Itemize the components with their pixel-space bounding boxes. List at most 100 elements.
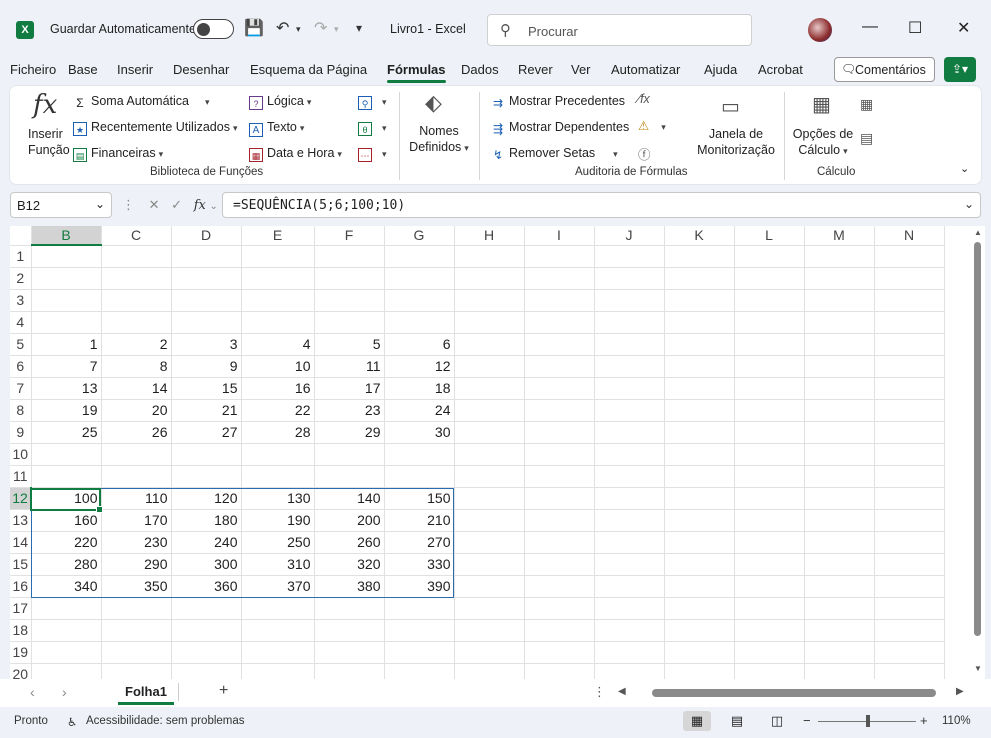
cell[interactable]: [874, 641, 945, 664]
normal-view-icon[interactable]: ▦: [683, 711, 711, 731]
row-header[interactable]: 3: [10, 289, 32, 312]
cell[interactable]: [874, 465, 945, 488]
cell[interactable]: 310: [241, 553, 315, 576]
cell[interactable]: [664, 377, 735, 400]
column-header-j[interactable]: J: [594, 226, 665, 246]
cell[interactable]: [241, 311, 315, 334]
cell[interactable]: [241, 465, 315, 488]
cell[interactable]: [314, 663, 385, 679]
redo-icon[interactable]: ↷: [314, 18, 327, 38]
more-options-icon[interactable]: ⋮: [593, 684, 606, 700]
cell[interactable]: 330: [384, 553, 455, 576]
cell[interactable]: [31, 245, 102, 268]
cell[interactable]: [454, 311, 525, 334]
cell[interactable]: [804, 575, 875, 598]
cell[interactable]: [384, 245, 455, 268]
cell[interactable]: 12: [384, 355, 455, 378]
cell[interactable]: [171, 289, 242, 312]
page-break-icon[interactable]: ◫: [763, 711, 791, 731]
cell[interactable]: 160: [31, 509, 102, 532]
cell[interactable]: 7: [31, 355, 102, 378]
cell[interactable]: [524, 487, 595, 510]
cell[interactable]: [734, 399, 805, 422]
cell[interactable]: [524, 597, 595, 620]
cell[interactable]: [874, 289, 945, 312]
cell[interactable]: 380: [314, 575, 385, 598]
cell[interactable]: [594, 575, 665, 598]
cell[interactable]: [101, 267, 172, 290]
row-header[interactable]: 8: [10, 399, 32, 422]
cell[interactable]: [594, 553, 665, 576]
formula-input[interactable]: =SEQUÊNCIA(5;6;100;10) ⌄: [222, 192, 981, 218]
redo-dropdown-icon[interactable]: ▾: [334, 24, 339, 35]
cell[interactable]: [31, 663, 102, 679]
insert-function-fx-icon[interactable]: fx: [194, 198, 206, 213]
recently-used-button[interactable]: ★ Recentemente Utilizados ▾: [73, 120, 238, 136]
calculation-options-button[interactable]: Opções de Cálculo ▾: [792, 127, 854, 157]
sheet-tab-folha1[interactable]: Folha1: [118, 679, 174, 705]
cell[interactable]: [524, 333, 595, 356]
cell[interactable]: [804, 267, 875, 290]
cell[interactable]: [594, 245, 665, 268]
cell[interactable]: [384, 443, 455, 466]
row-header[interactable]: 18: [10, 619, 32, 642]
cell[interactable]: [524, 399, 595, 422]
cell[interactable]: 290: [101, 553, 172, 576]
cell[interactable]: [804, 531, 875, 554]
cell[interactable]: [664, 289, 735, 312]
trace-dependents-button[interactable]: ⇶ Mostrar Dependentes: [491, 120, 629, 136]
cell[interactable]: 250: [241, 531, 315, 554]
cell[interactable]: 22: [241, 399, 315, 422]
cell[interactable]: [101, 619, 172, 642]
cell[interactable]: 16: [241, 377, 315, 400]
cell[interactable]: 190: [241, 509, 315, 532]
cell[interactable]: [524, 421, 595, 444]
cell[interactable]: [314, 619, 385, 642]
undo-icon[interactable]: ↶: [276, 18, 289, 38]
column-header-e[interactable]: E: [241, 226, 315, 246]
cell[interactable]: [664, 245, 735, 268]
column-header-l[interactable]: L: [734, 226, 805, 246]
cell[interactable]: [734, 619, 805, 642]
cell[interactable]: [874, 575, 945, 598]
cell[interactable]: [804, 311, 875, 334]
cell[interactable]: [734, 575, 805, 598]
cell[interactable]: [664, 575, 735, 598]
cell[interactable]: 15: [171, 377, 242, 400]
column-header-n[interactable]: N: [874, 226, 945, 246]
tab-inserir[interactable]: Inserir: [117, 62, 153, 77]
cell[interactable]: [874, 421, 945, 444]
chevron-down-icon[interactable]: ⌄: [209, 201, 217, 212]
cell[interactable]: [734, 465, 805, 488]
cell[interactable]: [874, 399, 945, 422]
minimize-button[interactable]: —: [862, 18, 878, 36]
cell[interactable]: [734, 377, 805, 400]
cell[interactable]: [241, 663, 315, 679]
row-header[interactable]: 6: [10, 355, 32, 378]
cell[interactable]: [594, 531, 665, 554]
cell[interactable]: [664, 355, 735, 378]
cell[interactable]: 26: [101, 421, 172, 444]
cell[interactable]: [664, 333, 735, 356]
cell[interactable]: [384, 641, 455, 664]
logical-button[interactable]: ? Lógica ▾: [249, 94, 311, 110]
cell[interactable]: [734, 289, 805, 312]
cell[interactable]: [454, 575, 525, 598]
cell[interactable]: 5: [314, 333, 385, 356]
row-header[interactable]: 2: [10, 267, 32, 290]
more-icon[interactable]: ⋮: [122, 197, 135, 212]
cell[interactable]: [31, 267, 102, 290]
cell[interactable]: [454, 487, 525, 510]
cell[interactable]: 14: [101, 377, 172, 400]
cell[interactable]: [804, 421, 875, 444]
row-header[interactable]: 1: [10, 245, 32, 268]
row-header[interactable]: 12: [10, 487, 32, 510]
cell[interactable]: 300: [171, 553, 242, 576]
cell[interactable]: [101, 663, 172, 679]
tab-automatizar[interactable]: Automatizar: [611, 62, 680, 77]
cell[interactable]: 30: [384, 421, 455, 444]
cell[interactable]: [874, 597, 945, 620]
text-button[interactable]: A Texto ▾: [249, 120, 304, 137]
cell[interactable]: [734, 421, 805, 444]
cell[interactable]: 8: [101, 355, 172, 378]
